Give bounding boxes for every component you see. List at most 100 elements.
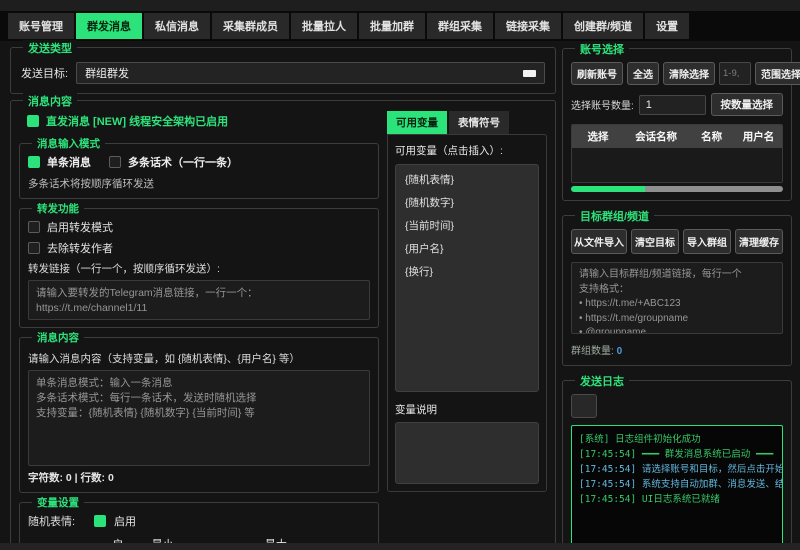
tab-group-broadcast[interactable]: 群发消息 xyxy=(76,13,142,39)
variable-item[interactable]: {随机数字} xyxy=(396,191,538,214)
send-type-groupbox: 发送类型 发送目标: 群组群发 xyxy=(10,47,556,94)
tab-settings[interactable]: 设置 xyxy=(645,13,689,39)
single-message-label: 单条消息 xyxy=(47,154,91,170)
variables-panel: 可用变量（点击插入）: {随机表情} {随机数字} {当前时间} {用户名} {… xyxy=(387,134,547,492)
accounts-table-header: 选择 会话名称 名称 用户名 xyxy=(572,125,782,148)
log-line: [系统] 日志组件初始化成功 xyxy=(579,432,775,447)
variable-item[interactable]: {随机表情} xyxy=(396,168,538,191)
select-by-count-button[interactable]: 按数量选择 xyxy=(711,93,784,116)
send-log-title: 发送日志 xyxy=(575,373,629,389)
multi-script-label: 多条话术（一行一条） xyxy=(128,154,238,170)
send-target-select[interactable]: 群组群发 xyxy=(76,62,545,84)
title-strip xyxy=(0,0,800,11)
message-content-groupbox: 消息内容 直发消息 [NEW] 线程安全架构已启用 消息输入模式 单条消息 xyxy=(10,100,556,549)
variable-settings-title: 变量设置 xyxy=(32,495,84,510)
content-title: 消息内容 xyxy=(32,330,84,345)
right-sidebar: 账号选择 刷新账号 全选 清除选择 范围选择 选择账号数量: 按数量选择 选择 … xyxy=(562,40,792,550)
account-count-label: 选择账号数量: xyxy=(571,97,634,112)
col-name[interactable]: 名称 xyxy=(688,125,735,148)
select-all-button[interactable]: 全选 xyxy=(627,62,659,85)
log-line: [17:45:54] 请选择账号和目标，然后点击开始发送 xyxy=(579,462,775,477)
main-tabbar: 账号管理 群发消息 私信消息 采集群成员 批量拉人 批量加群 群组采集 链接采集… xyxy=(0,11,800,41)
variables-hint-label: 可用变量（点击插入）: xyxy=(395,143,539,158)
forward-groupbox: 转发功能 启用转发模式 去除转发作者 转发链接（一行一个，按顺序循环发送）: 请… xyxy=(19,208,379,328)
scrollbar-thumb[interactable] xyxy=(571,186,645,192)
col-username[interactable]: 用户名 xyxy=(735,125,782,148)
clear-targets-button[interactable]: 清空目标 xyxy=(631,229,679,254)
range-select-button[interactable]: 范围选择 xyxy=(755,62,800,85)
tab-link-collect[interactable]: 链接采集 xyxy=(495,13,561,39)
group-count-label: 群组数量: xyxy=(571,346,614,357)
bottom-strip xyxy=(0,543,800,550)
log-tool-button[interactable] xyxy=(571,394,597,418)
account-count-input[interactable] xyxy=(639,95,706,115)
group-count-value: 0 xyxy=(617,346,623,357)
variables-column: 可用变量 表情符号 可用变量（点击插入）: {随机表情} {随机数字} {当前时… xyxy=(387,111,547,548)
log-line: [17:45:54] 系统支持自动加群、消息发送、结果统计等功能 xyxy=(579,477,775,492)
tab-collect-members[interactable]: 采集群成员 xyxy=(212,13,289,39)
tab-bulk-join[interactable]: 批量加群 xyxy=(359,13,425,39)
multi-script-checkbox[interactable] xyxy=(109,156,121,168)
input-mode-title: 消息输入模式 xyxy=(32,136,105,151)
clear-selection-button[interactable]: 清除选择 xyxy=(663,62,715,85)
range-input[interactable] xyxy=(719,62,751,85)
remove-author-label: 去除转发作者 xyxy=(47,240,113,256)
variable-item[interactable]: {当前时间} xyxy=(396,214,538,237)
import-groups-button[interactable]: 导入群组 xyxy=(683,229,731,254)
char-counter: 字符数: 0 | 行数: 0 xyxy=(28,470,370,485)
message-textarea[interactable]: 单条消息模式：输入一条消息 多条话术模式：每行一条话术，发送时随机选择 支持变量… xyxy=(28,370,370,466)
tab-private-message[interactable]: 私信消息 xyxy=(144,13,210,39)
scrollbar-track[interactable] xyxy=(645,186,783,192)
variables-list: {随机表情} {随机数字} {当前时间} {用户名} {换行} xyxy=(395,164,539,392)
accounts-table: 选择 会话名称 名称 用户名 xyxy=(571,124,783,183)
forward-links-textarea[interactable]: 请输入要转发的Telegram消息链接，一行一个： https://t.me/c… xyxy=(28,280,370,320)
enable-forward-label: 启用转发模式 xyxy=(47,219,113,235)
account-select-groupbox: 账号选择 刷新账号 全选 清除选择 范围选择 选择账号数量: 按数量选择 选择 … xyxy=(562,48,792,201)
tab-group-collect[interactable]: 群组采集 xyxy=(427,13,493,39)
message-content-title: 消息内容 xyxy=(23,93,77,109)
single-message-checkbox[interactable] xyxy=(28,156,40,168)
forward-title: 转发功能 xyxy=(32,201,84,216)
send-target-label: 发送目标: xyxy=(21,65,68,81)
account-select-title: 账号选择 xyxy=(575,41,629,57)
refresh-accounts-button[interactable]: 刷新账号 xyxy=(571,62,623,85)
log-output: [系统] 日志组件初始化成功 [17:45:54] ━━━ 群发消息系统已启动 … xyxy=(571,425,783,550)
import-from-file-button[interactable]: 从文件导入 xyxy=(571,229,627,254)
variable-item[interactable]: {换行} xyxy=(396,260,538,283)
variable-item[interactable]: {用户名} xyxy=(396,237,538,260)
send-type-title: 发送类型 xyxy=(23,40,77,56)
content-groupbox: 消息内容 请输入消息内容（支持变量，如 {随机表情}、{用户名} 等） 单条消息… xyxy=(19,337,379,493)
content-hint-label: 请输入消息内容（支持变量，如 {随机表情}、{用户名} 等） xyxy=(28,351,370,366)
tab-available-variables[interactable]: 可用变量 xyxy=(387,111,447,134)
target-groups-groupbox: 目标群组/频道 从文件导入 清空目标 导入群组 清理缓存 请输入目标群组/频道链… xyxy=(562,215,792,366)
input-mode-note: 多条话术将按顺序循环发送 xyxy=(28,176,370,191)
message-left-column: 直发消息 [NEW] 线程安全架构已启用 消息输入模式 单条消息 多条话术（一行… xyxy=(19,111,379,548)
remove-author-checkbox[interactable] xyxy=(28,242,40,254)
col-session-name[interactable]: 会话名称 xyxy=(624,125,688,148)
accounts-hscrollbar[interactable] xyxy=(571,186,783,192)
target-groups-textarea[interactable]: 请输入目标群组/频道链接，每行一个 支持格式： • https://t.me/+… xyxy=(571,262,783,334)
direct-send-label: 直发消息 [NEW] 线程安全架构已启用 xyxy=(46,113,228,129)
tab-emoji[interactable]: 表情符号 xyxy=(449,111,509,134)
variable-desc-box xyxy=(395,422,539,484)
input-mode-groupbox: 消息输入模式 单条消息 多条话术（一行一条） 多条话术将按顺序循环发送 xyxy=(19,143,379,199)
col-select[interactable]: 选择 xyxy=(572,125,624,148)
random-emoji-label: 随机表情: xyxy=(28,513,86,529)
tab-create-group[interactable]: 创建群/频道 xyxy=(563,13,643,39)
clean-cache-button[interactable]: 清理缓存 xyxy=(735,229,783,254)
tab-bulk-invite[interactable]: 批量拉人 xyxy=(291,13,357,39)
send-log-groupbox: 发送日志 [系统] 日志组件初始化成功 [17:45:54] ━━━ 群发消息系… xyxy=(562,380,792,550)
direct-send-checkbox[interactable] xyxy=(27,115,39,127)
variable-desc-label: 变量说明 xyxy=(395,402,539,417)
enable-forward-checkbox[interactable] xyxy=(28,221,40,233)
send-target-value: 群组群发 xyxy=(85,65,129,81)
random-emoji-checkbox[interactable] xyxy=(94,515,106,527)
random-emoji-enable-label: 启用 xyxy=(114,513,136,529)
log-line: [17:45:54] UI日志系统已就绪 xyxy=(579,492,775,507)
dropdown-caret-icon xyxy=(523,70,536,77)
app-window: 账号管理 群发消息 私信消息 采集群成员 批量拉人 批量加群 群组采集 链接采集… xyxy=(0,0,800,550)
accounts-table-body xyxy=(572,148,782,182)
tab-account-manage[interactable]: 账号管理 xyxy=(8,13,74,39)
target-groups-title: 目标群组/频道 xyxy=(575,208,654,224)
forward-links-label: 转发链接（一行一个，按顺序循环发送）: xyxy=(28,261,370,276)
